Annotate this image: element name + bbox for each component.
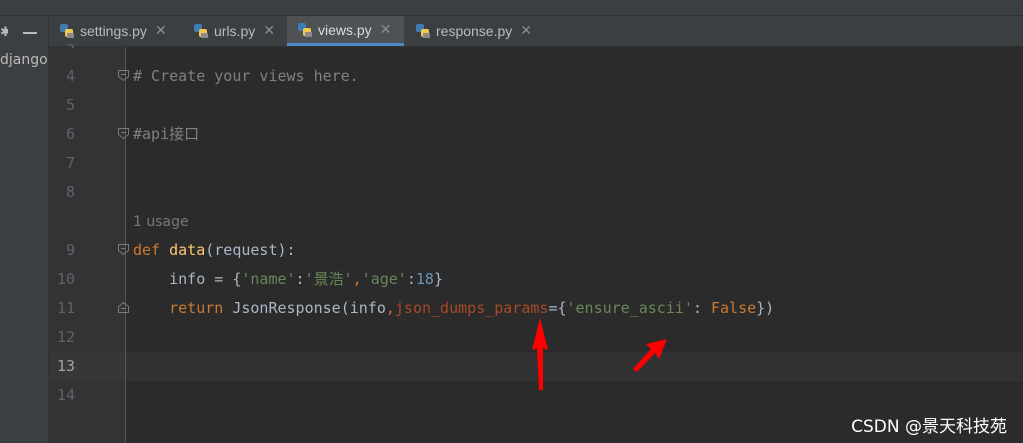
annotation-arrow-diagonal-icon bbox=[633, 339, 667, 372]
watermark: CSDN @景天科技苑 bbox=[851, 417, 1007, 437]
annotation-arrows bbox=[532, 318, 667, 390]
annotation-arrow-up-icon bbox=[532, 318, 548, 390]
